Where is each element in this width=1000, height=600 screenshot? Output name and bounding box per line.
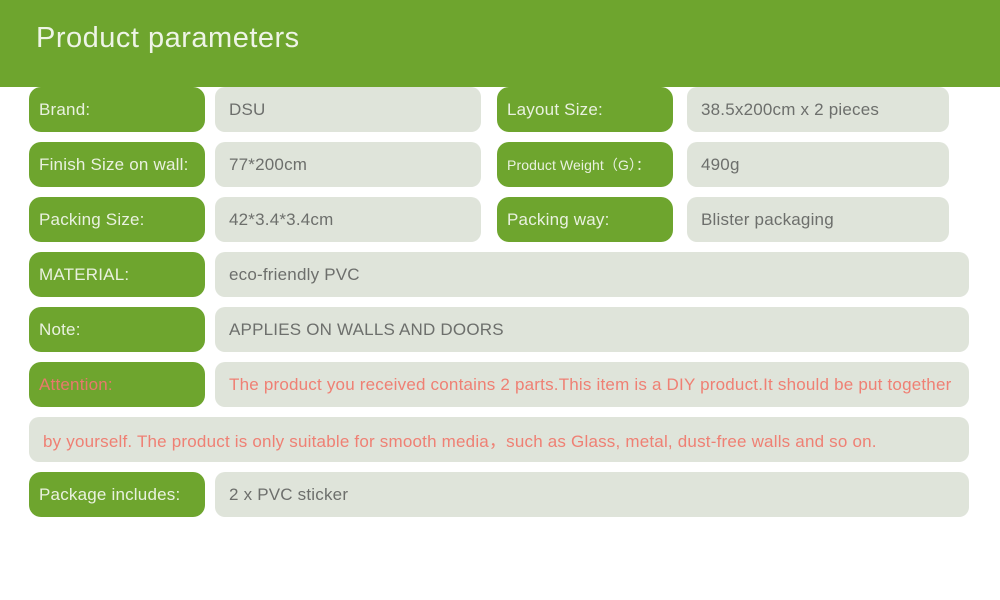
param-value-layout-size: 38.5x200cm x 2 pieces [687, 87, 949, 132]
param-value-finish-size: 77*200cm [215, 142, 481, 187]
value-text: 38.5x200cm x 2 pieces [701, 99, 880, 119]
value-text: APPLIES ON WALLS AND DOORS [229, 319, 504, 339]
table-row: by yourself. The product is only suitabl… [0, 417, 1000, 472]
value-text: by yourself. The product is only suitabl… [43, 432, 877, 451]
param-label-packing-way: Packing way: [497, 197, 673, 242]
param-label-finish-size: Finish Size on wall: [29, 142, 205, 187]
param-value-attention-line2: by yourself. The product is only suitabl… [29, 417, 969, 462]
page-title: Product parameters [36, 22, 300, 54]
table-row: Finish Size on wall: 77*200cm Product We… [0, 142, 1000, 197]
param-value-note: APPLIES ON WALLS AND DOORS [215, 307, 969, 352]
label-text: Layout Size: [507, 99, 603, 119]
value-text: The product you received contains 2 part… [229, 374, 952, 394]
label-text: MATERIAL: [39, 264, 130, 284]
param-value-attention-line1: The product you received contains 2 part… [215, 362, 969, 407]
label-text: Product Weight（G）： [507, 156, 651, 173]
label-text: Brand: [39, 99, 91, 119]
param-label-note: Note: [29, 307, 205, 352]
param-value-packing-way: Blister packaging [687, 197, 949, 242]
value-text: 77*200cm [229, 154, 308, 174]
value-text: 2 x PVC sticker [229, 484, 349, 504]
param-label-attention: Attention: [29, 362, 205, 407]
param-label-layout-size: Layout Size: [497, 87, 673, 132]
table-row: MATERIAL: eco-friendly PVC [0, 252, 1000, 307]
param-value-packing-size: 42*3.4*3.4cm [215, 197, 481, 242]
param-label-material: MATERIAL: [29, 252, 205, 297]
table-row: Packing Size: 42*3.4*3.4cm Packing way: … [0, 197, 1000, 252]
param-value-material: eco-friendly PVC [215, 252, 969, 297]
table-row: Brand: DSU Layout Size: 38.5x200cm x 2 p… [0, 87, 1000, 142]
product-parameters-page: Product parameters Brand: DSU Layout Siz… [0, 0, 1000, 600]
param-value-package-includes: 2 x PVC sticker [215, 472, 969, 517]
param-label-brand: Brand: [29, 87, 205, 132]
table-row: Note: APPLIES ON WALLS AND DOORS [0, 307, 1000, 362]
label-text: Note: [39, 319, 81, 339]
parameters-table: Brand: DSU Layout Size: 38.5x200cm x 2 p… [0, 87, 1000, 527]
value-text: Blister packaging [701, 209, 834, 229]
param-value-product-weight: 490g [687, 142, 949, 187]
value-text: 42*3.4*3.4cm [229, 209, 334, 229]
value-text: 490g [701, 154, 740, 174]
label-text: Finish Size on wall: [39, 154, 189, 174]
param-value-brand: DSU [215, 87, 481, 132]
value-text: DSU [229, 99, 266, 119]
label-text: Package includes: [39, 484, 181, 504]
value-text: eco-friendly PVC [229, 264, 360, 284]
label-text: Packing way: [507, 209, 610, 229]
param-label-packing-size: Packing Size: [29, 197, 205, 242]
table-row: Attention: The product you received cont… [0, 362, 1000, 417]
param-label-package-includes: Package includes: [29, 472, 205, 517]
param-label-product-weight: Product Weight（G）： [497, 142, 673, 187]
table-row: Package includes: 2 x PVC sticker [0, 472, 1000, 527]
label-text: Attention: [39, 374, 113, 394]
page-header: Product parameters [0, 0, 1000, 87]
label-text: Packing Size: [39, 209, 145, 229]
